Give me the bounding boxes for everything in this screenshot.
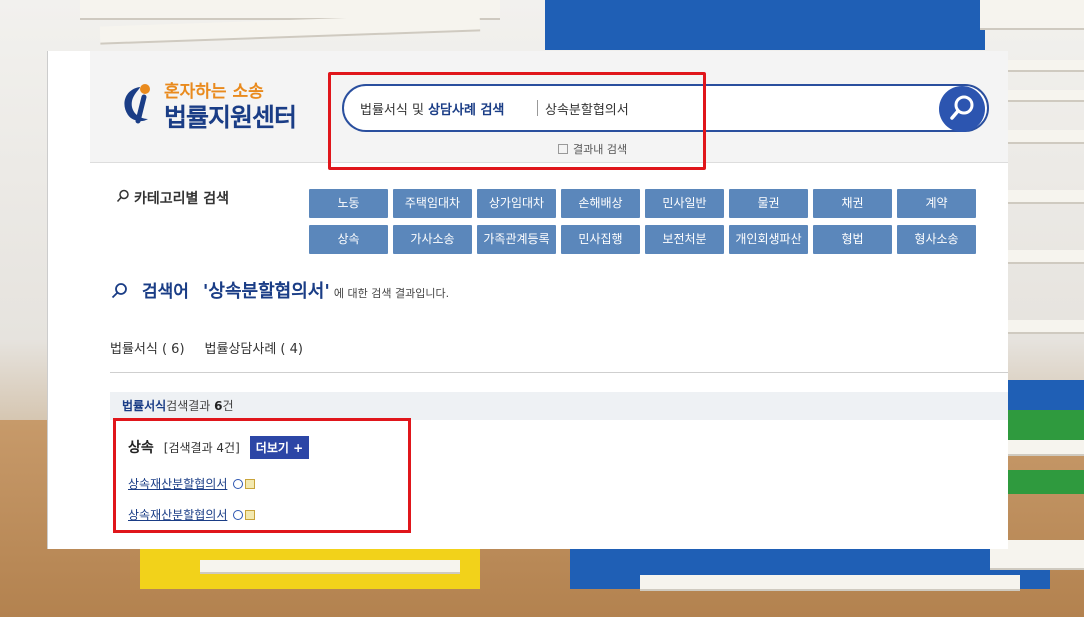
category-button[interactable]: 주택임대차 bbox=[393, 189, 472, 218]
category-button[interactable]: 민사집행 bbox=[561, 225, 640, 254]
category-button[interactable]: 민사일반 bbox=[645, 189, 724, 218]
result-tabs: 법률서식 ( 6) 법률상담사례 ( 4) bbox=[110, 338, 323, 357]
category-button[interactable]: 채권 bbox=[813, 189, 892, 218]
highlight-box-result bbox=[113, 418, 411, 533]
category-button[interactable]: 개인회생파산 bbox=[729, 225, 808, 254]
search-icon bbox=[950, 95, 974, 120]
result-label: 검색어 bbox=[142, 282, 189, 302]
result-heading: 검색어 '상속분할협의서' 에 대한 검색 결과입니다. bbox=[110, 277, 449, 303]
section-title: 법률서식 bbox=[122, 399, 167, 413]
category-title: 카테고리별 검색 bbox=[116, 188, 229, 208]
result-tail: 에 대한 검색 결과입니다. bbox=[333, 287, 450, 300]
logo-title: 법률지원센터 bbox=[164, 103, 297, 132]
category-button[interactable]: 가사소송 bbox=[393, 225, 472, 254]
magnifier-icon bbox=[111, 283, 127, 299]
tab-legal-forms[interactable]: 법률서식 ( 6) bbox=[110, 342, 185, 357]
logo[interactable]: 혼자하는 소송 법률지원센터 bbox=[118, 77, 308, 132]
category-button[interactable]: 노동 bbox=[309, 189, 388, 218]
category-button[interactable]: 손해배상 bbox=[561, 189, 640, 218]
tab-legal-consultations[interactable]: 법률상담사례 ( 4) bbox=[205, 342, 303, 357]
section-header: 법률서식검색결과 6건 bbox=[110, 392, 1008, 420]
main-panel: 혼자하는 소송 법률지원센터 법률서식 및 상담사례 검색 결과내 검색 카테고… bbox=[47, 51, 1008, 549]
category-button[interactable]: 보전처분 bbox=[645, 225, 724, 254]
category-button[interactable]: 형사소송 bbox=[897, 225, 976, 254]
category-button[interactable]: 형법 bbox=[813, 225, 892, 254]
section-text: 검색결과 bbox=[166, 399, 215, 413]
category-button[interactable]: 물권 bbox=[729, 189, 808, 218]
search-button[interactable] bbox=[939, 86, 985, 132]
divider bbox=[110, 372, 1008, 373]
category-button[interactable]: 상속 bbox=[309, 225, 388, 254]
category-button[interactable]: 가족관계등록 bbox=[477, 225, 556, 254]
magnifier-icon bbox=[116, 189, 129, 202]
category-title-text: 카테고리별 검색 bbox=[134, 191, 230, 207]
result-keyword: '상속분할협의서' bbox=[202, 281, 330, 302]
category-button[interactable]: 계약 bbox=[897, 189, 976, 218]
section-count: 6 bbox=[214, 399, 223, 413]
category-button[interactable]: 상가임대차 bbox=[477, 189, 556, 218]
highlight-box-search bbox=[328, 72, 706, 170]
logo-mark-icon bbox=[124, 84, 150, 124]
section-unit: 건 bbox=[222, 399, 234, 413]
